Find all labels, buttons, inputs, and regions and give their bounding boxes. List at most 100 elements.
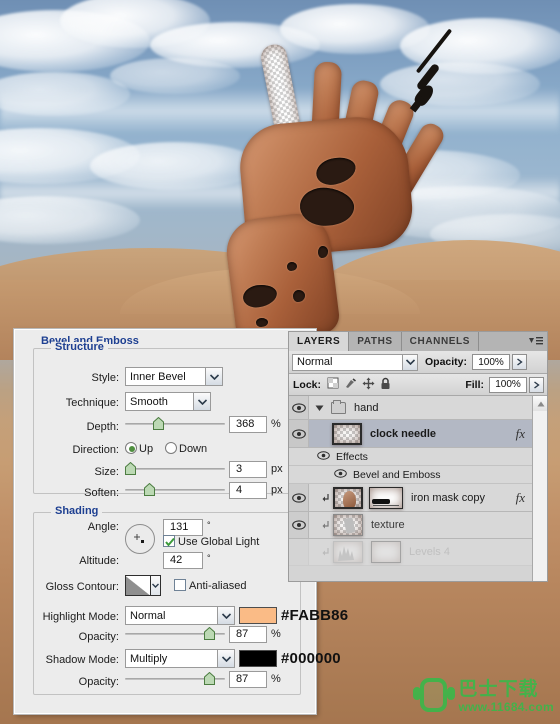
- size-unit: px: [271, 463, 283, 475]
- chevron-down-icon[interactable]: [217, 607, 234, 624]
- altitude-input[interactable]: 42: [163, 552, 203, 569]
- highlight-mode-select[interactable]: Normal: [125, 606, 235, 625]
- soften-slider-handle[interactable]: [144, 482, 155, 496]
- visibility-toggle[interactable]: [289, 396, 309, 419]
- size-slider[interactable]: [125, 461, 225, 477]
- tab-layers[interactable]: LAYERS: [289, 332, 350, 351]
- layers-scrollbar[interactable]: [532, 396, 547, 581]
- layer-thumbnail[interactable]: [333, 514, 363, 536]
- style-select[interactable]: Inner Bevel: [125, 367, 223, 386]
- layer-name: iron mask copy: [411, 491, 485, 504]
- visibility-toggle[interactable]: [289, 484, 309, 511]
- layer-row-levels-4[interactable]: Levels 4: [289, 539, 547, 566]
- lock-label: Lock:: [293, 378, 322, 391]
- depth-input[interactable]: 368: [229, 416, 267, 433]
- fill-value: 100%: [495, 379, 521, 390]
- tab-channels[interactable]: CHANNELS: [401, 332, 480, 351]
- layer-row-texture[interactable]: texture: [289, 512, 547, 539]
- shadow-color-swatch[interactable]: [239, 650, 277, 667]
- fill-input[interactable]: 100%: [489, 376, 527, 393]
- highlight-color-swatch[interactable]: [239, 607, 277, 624]
- lock-transparent-pixels-icon[interactable]: [327, 377, 339, 392]
- effect-label: Bevel and Emboss: [353, 468, 441, 481]
- gloss-contour-picker[interactable]: [125, 575, 161, 596]
- watermark-brand-text: 巴士下载: [458, 678, 539, 700]
- size-input[interactable]: 3: [229, 461, 267, 478]
- chevron-down-icon[interactable]: [151, 576, 160, 595]
- visibility-toggle[interactable]: [289, 539, 309, 565]
- clipping-mask-arrow-icon: [319, 547, 333, 557]
- depth-unit: %: [271, 418, 281, 430]
- layer-row-hand[interactable]: hand: [289, 396, 547, 420]
- chevron-down-icon[interactable]: [217, 650, 234, 667]
- chevron-down-icon[interactable]: [193, 393, 210, 410]
- adjustment-mask-thumbnail[interactable]: [371, 541, 401, 563]
- layer-effects-fx-icon[interactable]: fx: [516, 426, 525, 442]
- lock-all-icon[interactable]: [380, 377, 391, 393]
- shading-group-title: Shading: [51, 506, 103, 517]
- technique-select[interactable]: Smooth: [125, 392, 211, 411]
- blend-mode-select[interactable]: Normal: [292, 353, 418, 371]
- visibility-toggle[interactable]: [289, 420, 309, 447]
- angle-input[interactable]: 131: [163, 519, 203, 536]
- highlight-opacity-label: Opacity:: [78, 631, 119, 643]
- shadow-mode-label: Shadow Mode:: [45, 654, 119, 666]
- opacity-scrubber-button[interactable]: [512, 354, 528, 370]
- visibility-toggle[interactable]: [317, 450, 330, 463]
- radio-selected-dot: [129, 446, 135, 452]
- highlight-opacity-slider[interactable]: [125, 626, 225, 642]
- group-disclosure-triangle-icon[interactable]: [315, 399, 324, 417]
- highlight-opacity-slider-handle[interactable]: [204, 626, 215, 640]
- layer-thumbnail[interactable]: [332, 422, 362, 445]
- lock-position-icon[interactable]: [362, 377, 375, 393]
- shadow-opacity-label: Opacity:: [78, 676, 119, 688]
- visibility-toggle[interactable]: [334, 468, 347, 481]
- layer-name: Levels 4: [409, 546, 450, 558]
- highlight-opacity-input[interactable]: 87: [229, 626, 267, 643]
- layer-row-iron-mask-copy[interactable]: iron mask copy fx: [289, 484, 547, 512]
- opacity-input[interactable]: 100%: [472, 354, 511, 370]
- soften-input[interactable]: 4: [229, 482, 267, 499]
- shadow-opacity-slider-handle[interactable]: [204, 671, 215, 685]
- chevron-down-icon[interactable]: [402, 354, 417, 370]
- angle-label: Angle:: [87, 521, 119, 533]
- layer-effects-fx-icon[interactable]: fx: [516, 490, 525, 506]
- layers-panel: LAYERS PATHS CHANNELS Normal Opacity: 10…: [288, 331, 548, 582]
- layer-mask-thumbnail[interactable]: [369, 486, 403, 509]
- shadow-mode-select[interactable]: Multiply: [125, 649, 235, 668]
- layer-thumbnail[interactable]: [333, 486, 363, 509]
- panel-menu-icon[interactable]: [528, 335, 544, 347]
- fill-scrubber-button[interactable]: [529, 376, 544, 393]
- size-slider-handle[interactable]: [125, 461, 136, 475]
- opacity-value: 100%: [478, 356, 504, 368]
- chevron-down-icon[interactable]: [205, 368, 222, 385]
- adjustment-layer-thumbnail[interactable]: [333, 541, 363, 563]
- layer-name: hand: [354, 401, 379, 414]
- layer-row-bevel-and-emboss[interactable]: Bevel and Emboss: [289, 466, 547, 484]
- shadow-opacity-input[interactable]: 87: [229, 671, 267, 688]
- use-global-light-checkbox[interactable]: [163, 535, 175, 547]
- blend-mode-value: Normal: [297, 356, 333, 368]
- fill-label: Fill:: [465, 378, 484, 391]
- scroll-up-arrow-icon[interactable]: [533, 396, 547, 411]
- angle-dial[interactable]: [125, 524, 155, 554]
- highlight-mode-value: Normal: [130, 609, 166, 622]
- soften-slider[interactable]: [125, 482, 225, 498]
- layer-row-clock-needle[interactable]: clock needle fx: [289, 420, 547, 448]
- style-label: Style:: [91, 372, 119, 384]
- layer-name: clock needle: [370, 427, 437, 440]
- highlight-mode-label: Highlight Mode:: [42, 611, 119, 623]
- shadow-opacity-slider[interactable]: [125, 671, 225, 687]
- anti-aliased-checkbox[interactable]: [174, 579, 186, 591]
- altitude-unit: °: [207, 553, 211, 563]
- direction-down-radio[interactable]: [165, 442, 177, 454]
- visibility-toggle[interactable]: [289, 512, 309, 538]
- tab-paths[interactable]: PATHS: [349, 332, 402, 351]
- angle-unit: °: [207, 520, 211, 530]
- layer-name: texture: [371, 519, 405, 531]
- direction-up-radio[interactable]: [125, 442, 137, 454]
- lock-image-pixels-icon[interactable]: [344, 377, 357, 392]
- layer-row-effects[interactable]: Effects: [289, 448, 547, 466]
- depth-slider[interactable]: [125, 416, 225, 432]
- depth-slider-handle[interactable]: [153, 416, 164, 430]
